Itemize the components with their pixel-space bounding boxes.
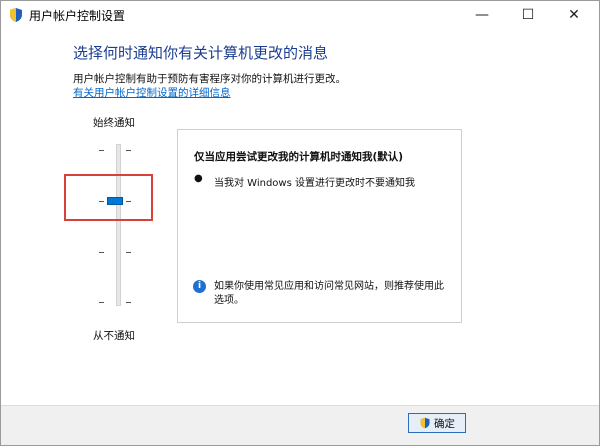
uac-settings-window: 用户帐户控制设置 — ☐ ✕ 选择何时通知你有关计算机更改的消息 用户帐户控制有…	[0, 0, 600, 446]
slider-tick	[126, 252, 131, 253]
ok-button-label: 确定	[434, 417, 455, 430]
ok-button[interactable]: 确定	[408, 413, 466, 433]
footer-bar: 确定	[1, 405, 599, 445]
minimize-button[interactable]: —	[459, 1, 505, 29]
slider-tick	[99, 252, 104, 253]
page-description: 用户帐户控制有助于预防有害程序对你的计算机进行更改。	[73, 73, 346, 85]
main-content: 选择何时通知你有关计算机更改的消息 用户帐户控制有助于预防有害程序对你的计算机进…	[1, 29, 599, 405]
window-title: 用户帐户控制设置	[29, 9, 126, 23]
notification-level-slider-track[interactable]	[116, 144, 121, 306]
info-icon: i	[193, 280, 206, 293]
close-icon: ✕	[568, 7, 580, 23]
recommendation-note: 如果你使用常见应用和访问常见网站，则推荐使用此选项。	[214, 281, 444, 306]
page-heading: 选择何时通知你有关计算机更改的消息	[73, 44, 329, 62]
bullet-icon: ●	[194, 173, 203, 184]
title-bar: 用户帐户控制设置 — ☐ ✕	[1, 1, 599, 29]
maximize-button[interactable]: ☐	[505, 1, 551, 29]
setting-title: 仅当应用尝试更改我的计算机时通知我(默认)	[194, 151, 404, 163]
slider-tick	[99, 150, 104, 151]
annotation-highlight-box	[64, 174, 153, 221]
uac-shield-icon	[420, 417, 430, 429]
slider-tick	[126, 150, 131, 151]
setting-bullet-item: 当我对 Windows 设置进行更改时不要通知我	[214, 178, 415, 189]
maximize-icon: ☐	[521, 7, 535, 23]
uac-shield-icon	[10, 8, 22, 22]
slider-tick	[99, 302, 104, 303]
minimize-icon: —	[475, 7, 489, 23]
details-link[interactable]: 有关用户帐户控制设置的详细信息	[73, 85, 231, 100]
slider-bottom-label: 从不通知	[93, 330, 135, 342]
slider-tick	[126, 302, 131, 303]
slider-top-label: 始终通知	[93, 117, 135, 129]
close-button[interactable]: ✕	[551, 1, 597, 29]
setting-description-panel: 仅当应用尝试更改我的计算机时通知我(默认) ● 当我对 Windows 设置进行…	[177, 129, 462, 323]
